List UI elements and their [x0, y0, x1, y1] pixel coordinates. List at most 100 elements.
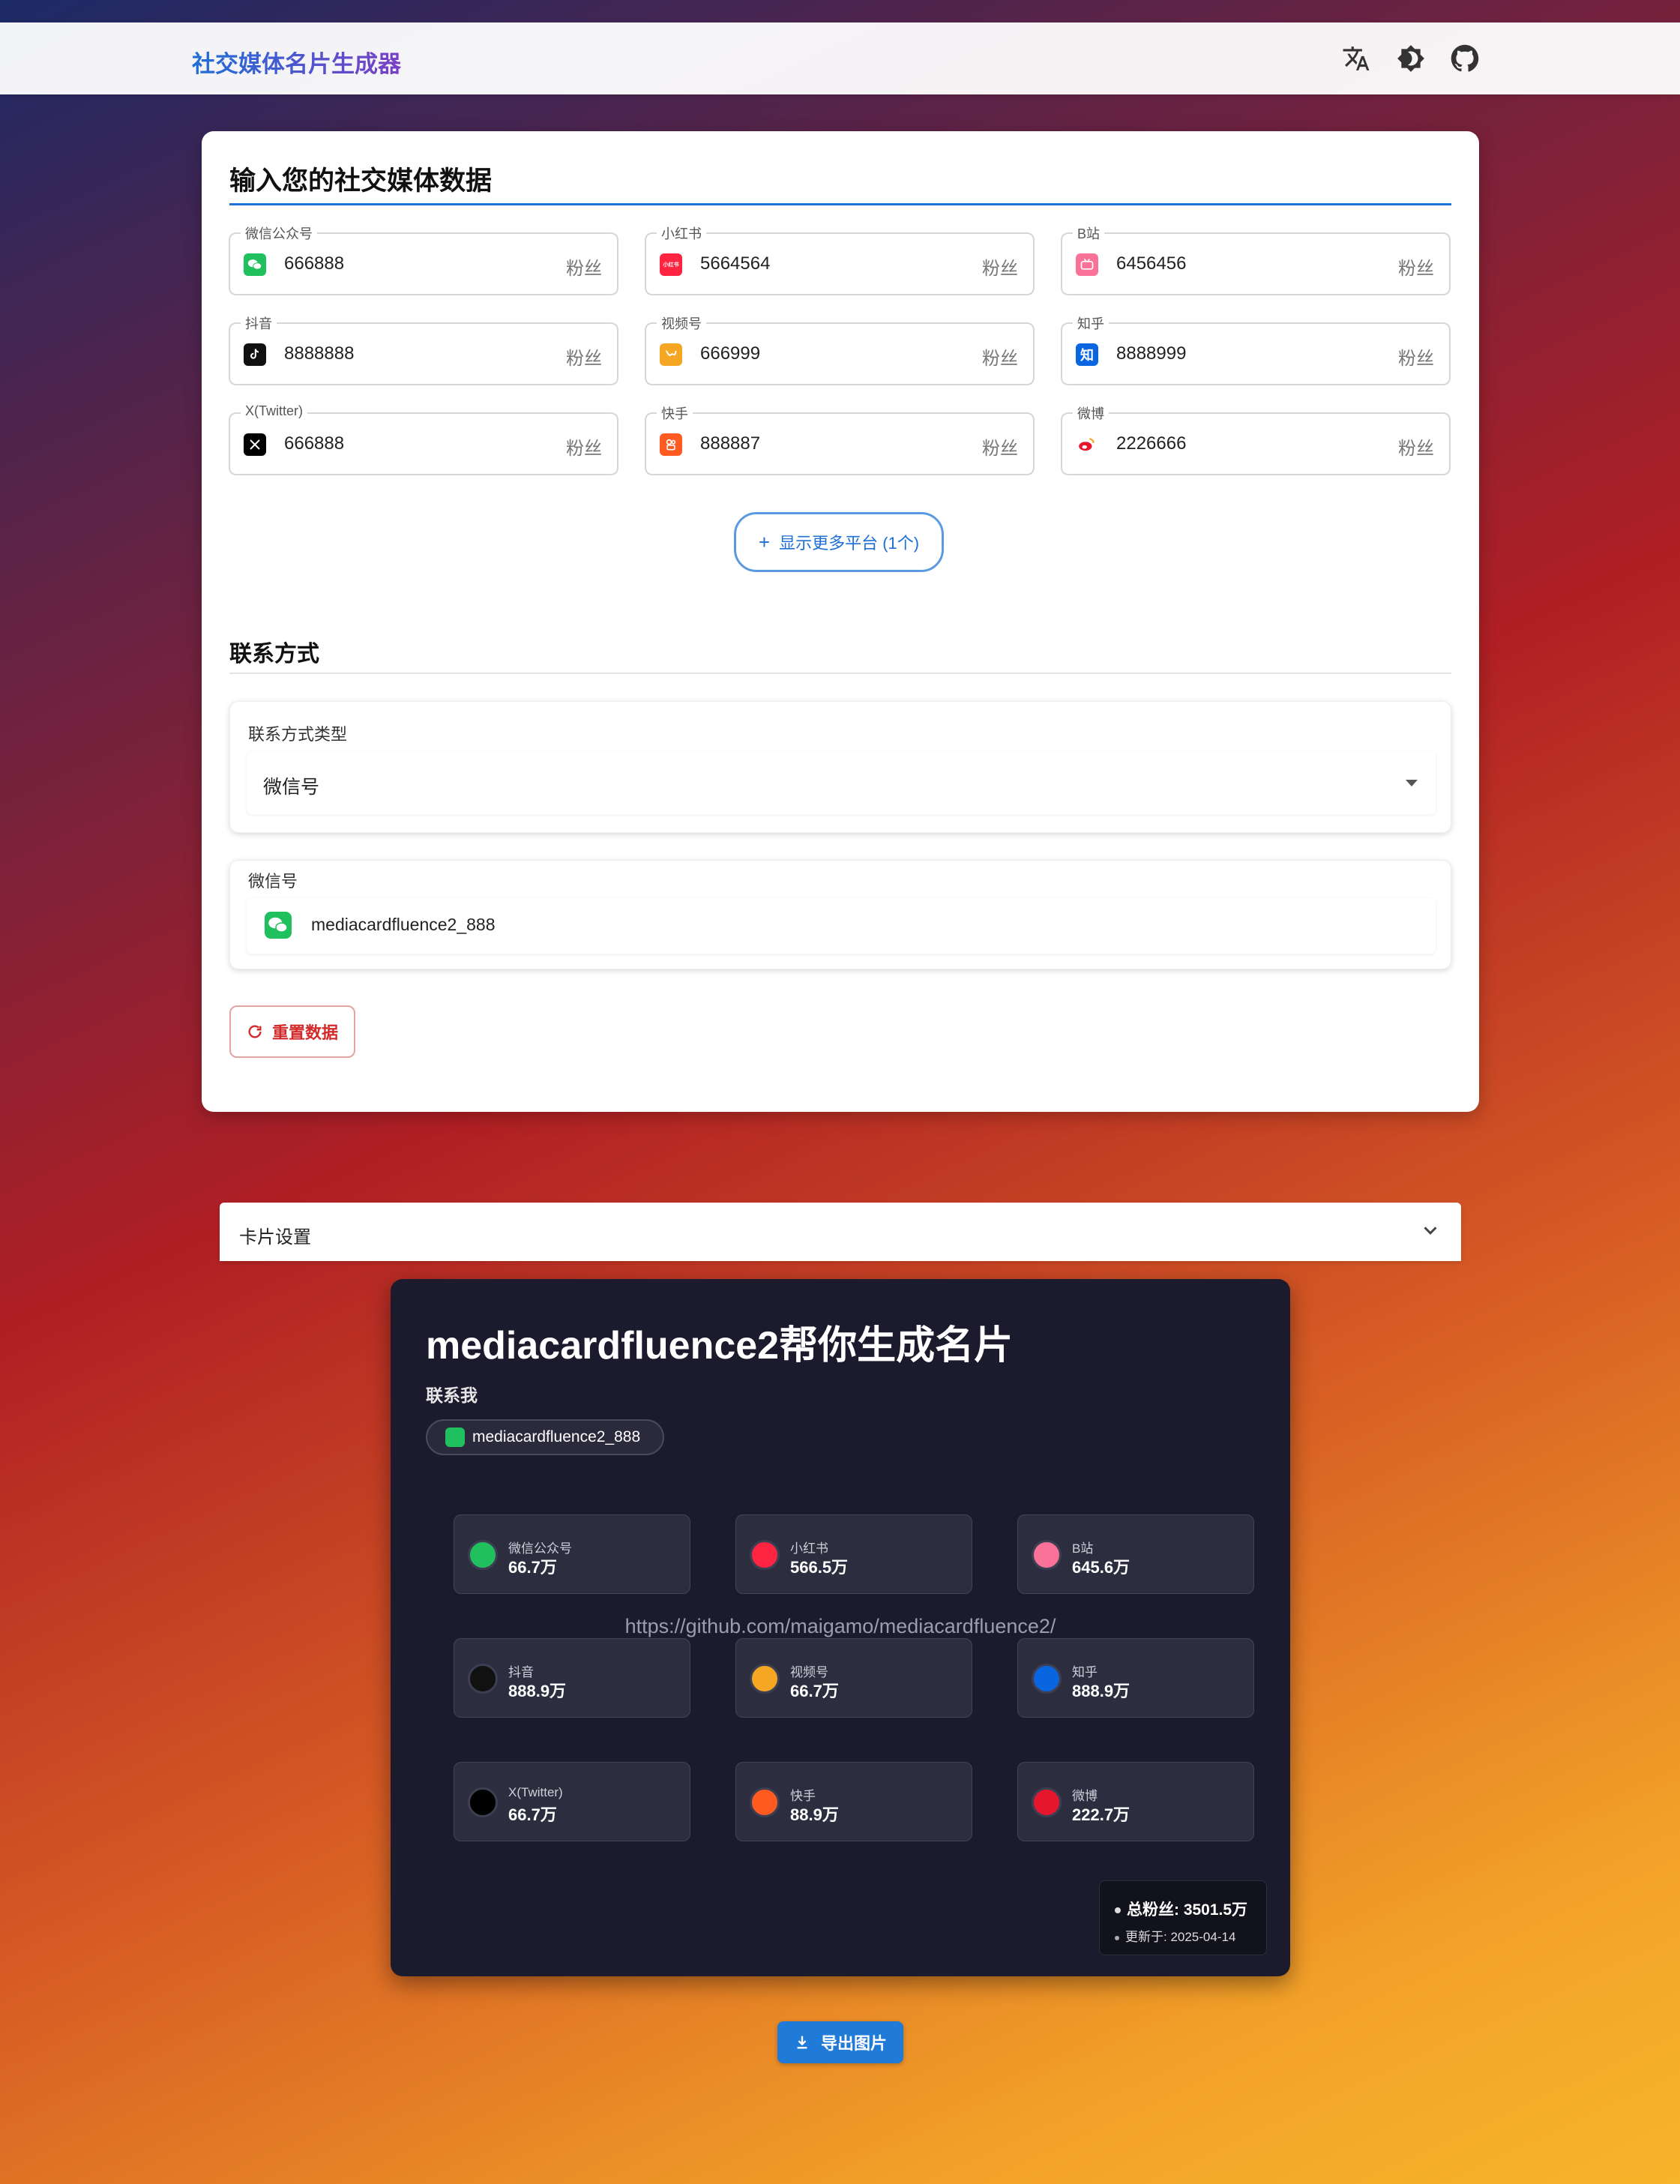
field-label: 小红书 [657, 223, 706, 243]
field-value[interactable]: 5664564 [700, 253, 770, 274]
contact-section-title: 联系方式 [229, 642, 319, 667]
theme-toggle-icon[interactable] [1394, 42, 1427, 75]
wechat-id-label: 微信号 [248, 872, 298, 891]
field-wechat-official[interactable]: 微信公众号 666888 粉丝 [229, 223, 618, 295]
reset-label: 重置数据 [271, 1023, 338, 1042]
field-suffix: 粉丝 [982, 259, 1018, 279]
zhihu-icon: 知 [1076, 343, 1098, 366]
stat-value: 888.9万 [508, 1682, 567, 1700]
stat-kuaishou: 快手 88.9万 [735, 1762, 972, 1841]
export-image-button[interactable]: 导出图片 [777, 2021, 903, 2063]
x-icon [244, 433, 266, 456]
wechat-id-box: 微信号 mediacardfluence2_888 [229, 860, 1451, 969]
dropdown-arrow-icon [1406, 780, 1418, 786]
field-suffix: 粉丝 [1398, 259, 1434, 279]
input-panel-title: 输入您的社交媒体数据 [229, 166, 493, 196]
zhihu-icon [1032, 1664, 1062, 1694]
card-contact-heading: 联系我 [426, 1386, 478, 1405]
top-bar: 社交媒体名片生成器 [0, 22, 1680, 94]
export-label: 导出图片 [820, 2034, 887, 2053]
field-suffix: 粉丝 [566, 439, 602, 459]
weibo-icon [1032, 1787, 1062, 1817]
field-suffix: 粉丝 [566, 349, 602, 369]
bullet-icon [1115, 1935, 1119, 1940]
download-icon [797, 2036, 807, 2049]
total-followers-box: 总粉丝: 3501.5万 更新于: 2025-04-14 [1099, 1880, 1267, 1955]
wechat-icon [244, 253, 266, 276]
bilibili-icon [1076, 253, 1098, 276]
bilibili-icon [1032, 1540, 1062, 1570]
github-icon[interactable] [1448, 42, 1481, 75]
stat-zhihu: 知乎 888.9万 [1017, 1638, 1254, 1718]
field-kuaishou[interactable]: 快手 888887 粉丝 [645, 403, 1035, 475]
field-value[interactable]: 8888888 [284, 343, 354, 364]
bullet-icon [1115, 1907, 1121, 1914]
stat-value: 88.9万 [790, 1805, 839, 1824]
field-label: 知乎 [1073, 313, 1109, 333]
stat-douyin: 抖音 888.9万 [454, 1638, 690, 1718]
field-value[interactable]: 666888 [284, 253, 344, 274]
preview-card: mediacardfluence2帮你生成名片 联系我 mediacardflu… [391, 1279, 1290, 1976]
x-icon [468, 1787, 498, 1817]
wechat-icon [445, 1428, 465, 1447]
field-label: 微信公众号 [241, 223, 317, 243]
stat-wechat-official: 微信公众号 66.7万 [454, 1514, 690, 1594]
stat-value: 66.7万 [790, 1682, 839, 1700]
wechat-icon [468, 1540, 498, 1570]
total-followers: 总粉丝: 3501.5万 [1115, 1898, 1247, 1920]
field-weibo[interactable]: 微博 2226666 粉丝 [1061, 403, 1451, 475]
field-label: 微博 [1073, 403, 1109, 423]
stat-value: 222.7万 [1072, 1805, 1130, 1824]
wechat-id-input[interactable]: mediacardfluence2_888 [247, 898, 1436, 954]
field-value[interactable]: 8888999 [1116, 343, 1186, 364]
card-watermark: https://github.com/maigamo/mediacardflue… [624, 1615, 1056, 1637]
wechat-icon [265, 912, 292, 939]
contact-type-box: 联系方式类型 微信号 [229, 701, 1451, 833]
card-settings-label: 卡片设置 [239, 1227, 311, 1248]
stat-twitter: X(Twitter) 66.7万 [454, 1762, 690, 1841]
translate-icon[interactable] [1340, 42, 1373, 75]
channels-icon [750, 1664, 780, 1694]
field-label: X(Twitter) [241, 403, 308, 419]
refresh-icon [248, 1025, 262, 1038]
field-xiaohongshu[interactable]: 小红书 小红书 5664564 粉丝 [645, 223, 1035, 295]
douyin-icon [468, 1664, 498, 1694]
field-value[interactable]: 888887 [700, 433, 760, 454]
stat-value: 888.9万 [1072, 1682, 1130, 1700]
card-contact-value: mediacardfluence2_888 [472, 1428, 641, 1446]
app-title[interactable]: 社交媒体名片生成器 [192, 45, 401, 79]
field-douyin[interactable]: 抖音 8888888 粉丝 [229, 313, 618, 385]
field-value[interactable]: 6456456 [1116, 253, 1186, 274]
card-title: mediacardfluence2帮你生成名片 [426, 1324, 1014, 1368]
field-label: B站 [1073, 223, 1105, 243]
field-suffix: 粉丝 [982, 349, 1018, 369]
contact-type-label: 联系方式类型 [248, 725, 348, 744]
weibo-icon [1076, 433, 1098, 456]
card-settings-accordion[interactable]: 卡片设置 [220, 1203, 1461, 1261]
plus-icon: + [758, 530, 771, 553]
field-twitter[interactable]: X(Twitter) 666888 粉丝 [229, 403, 618, 475]
field-label: 快手 [657, 403, 693, 423]
xiaohongshu-icon: 小红书 [660, 253, 682, 276]
douyin-icon [244, 343, 266, 366]
field-value[interactable]: 666999 [700, 343, 760, 364]
field-value[interactable]: 2226666 [1116, 433, 1186, 454]
xiaohongshu-icon [750, 1540, 780, 1570]
contact-type-value: 微信号 [263, 777, 320, 798]
field-suffix: 粉丝 [566, 259, 602, 279]
kuaishou-icon [750, 1787, 780, 1817]
card-contact-pill: mediacardfluence2_888 [426, 1419, 664, 1455]
field-value[interactable]: 666888 [284, 433, 344, 454]
show-more-platforms-button[interactable]: + 显示更多平台 (1个) [734, 512, 944, 572]
field-suffix: 粉丝 [982, 439, 1018, 459]
field-channels[interactable]: 视频号 666999 粉丝 [645, 313, 1035, 385]
channels-icon [660, 343, 682, 366]
field-suffix: 粉丝 [1398, 349, 1434, 369]
field-bilibili[interactable]: B站 6456456 粉丝 [1061, 223, 1451, 295]
field-zhihu[interactable]: 知乎 知 8888999 粉丝 [1061, 313, 1451, 385]
contact-type-select[interactable]: 微信号 [247, 751, 1436, 814]
stat-value: 566.5万 [790, 1558, 849, 1577]
input-panel: 输入您的社交媒体数据 微信公众号 666888 粉丝 小红书 小红书 56645… [202, 131, 1479, 1112]
stat-value: 645.6万 [1072, 1558, 1130, 1577]
reset-data-button[interactable]: 重置数据 [229, 1005, 355, 1058]
